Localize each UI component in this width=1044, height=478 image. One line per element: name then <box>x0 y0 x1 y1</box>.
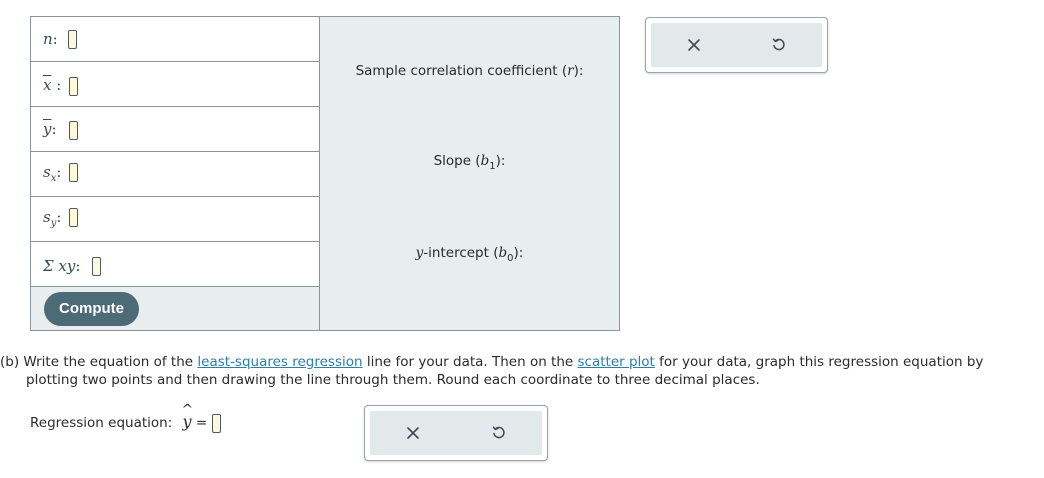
compute-button[interactable]: Compute <box>44 292 139 326</box>
input-label-xbar: x : <box>43 76 62 94</box>
scatter-plot-link[interactable]: scatter plot <box>578 354 655 370</box>
undo-button[interactable] <box>737 23 823 67</box>
sx-answer-box[interactable] <box>69 163 78 182</box>
input-row-n: n: <box>31 17 319 62</box>
input-row-xbar: x : <box>31 62 319 107</box>
input-row-sumxy: Σ xy: <box>31 242 319 287</box>
least-squares-regression-link[interactable]: least-squares regression <box>197 354 362 370</box>
regression-equation-row: Regression equation: ^ y = <box>30 402 221 433</box>
clear-button[interactable] <box>651 23 737 67</box>
input-row-sx: sx: <box>31 152 319 197</box>
regression-answer-box[interactable] <box>211 413 221 433</box>
input-label-sumxy: Σ xy: <box>43 257 81 275</box>
regression-equation-label: Regression equation: <box>30 415 177 431</box>
y-hat-symbol: ^ y <box>181 402 194 431</box>
calculator-action-buttons <box>645 17 828 73</box>
ybar-answer-box[interactable] <box>69 121 78 140</box>
undo-icon <box>773 38 785 51</box>
action-buttons-inner <box>651 23 822 67</box>
input-row-ybar: y: <box>31 107 319 152</box>
close-icon <box>687 39 700 51</box>
regression-undo-button[interactable] <box>456 411 542 455</box>
input-label-sy: sy: <box>43 208 62 229</box>
sumxy-answer-box[interactable] <box>92 257 101 276</box>
compute-row: Compute <box>31 287 319 330</box>
correlation-coefficient-label: Sample correlation coefficient (r): <box>355 63 584 79</box>
regression-action-buttons <box>364 405 548 461</box>
n-answer-box[interactable] <box>68 30 77 49</box>
input-label-sx: sx: <box>43 163 62 184</box>
input-label-ybar: y: <box>43 120 57 138</box>
slope-label: Slope (b1): <box>433 153 506 172</box>
input-column: n: x : y: sx: sy: Σ xy: Compute <box>31 17 320 330</box>
regression-action-buttons-inner <box>370 411 542 455</box>
xbar-answer-box[interactable] <box>69 77 78 96</box>
statistics-calculator: n: x : y: sx: sy: Σ xy: Compute Sample c <box>30 16 620 331</box>
sy-answer-box[interactable] <box>69 208 78 227</box>
part-b-line-2: plotting two points and then drawing the… <box>26 372 760 388</box>
regression-clear-button[interactable] <box>370 411 456 455</box>
part-b-line-1: (b) Write the equation of the least-squa… <box>0 354 984 370</box>
output-column: Sample correlation coefficient (r): Slop… <box>320 17 619 330</box>
y-intercept-label: y-intercept (b0): <box>415 245 524 264</box>
undo-icon <box>492 426 505 439</box>
input-label-n: n: <box>43 30 58 48</box>
close-icon <box>407 427 419 439</box>
input-row-sy: sy: <box>31 197 319 242</box>
